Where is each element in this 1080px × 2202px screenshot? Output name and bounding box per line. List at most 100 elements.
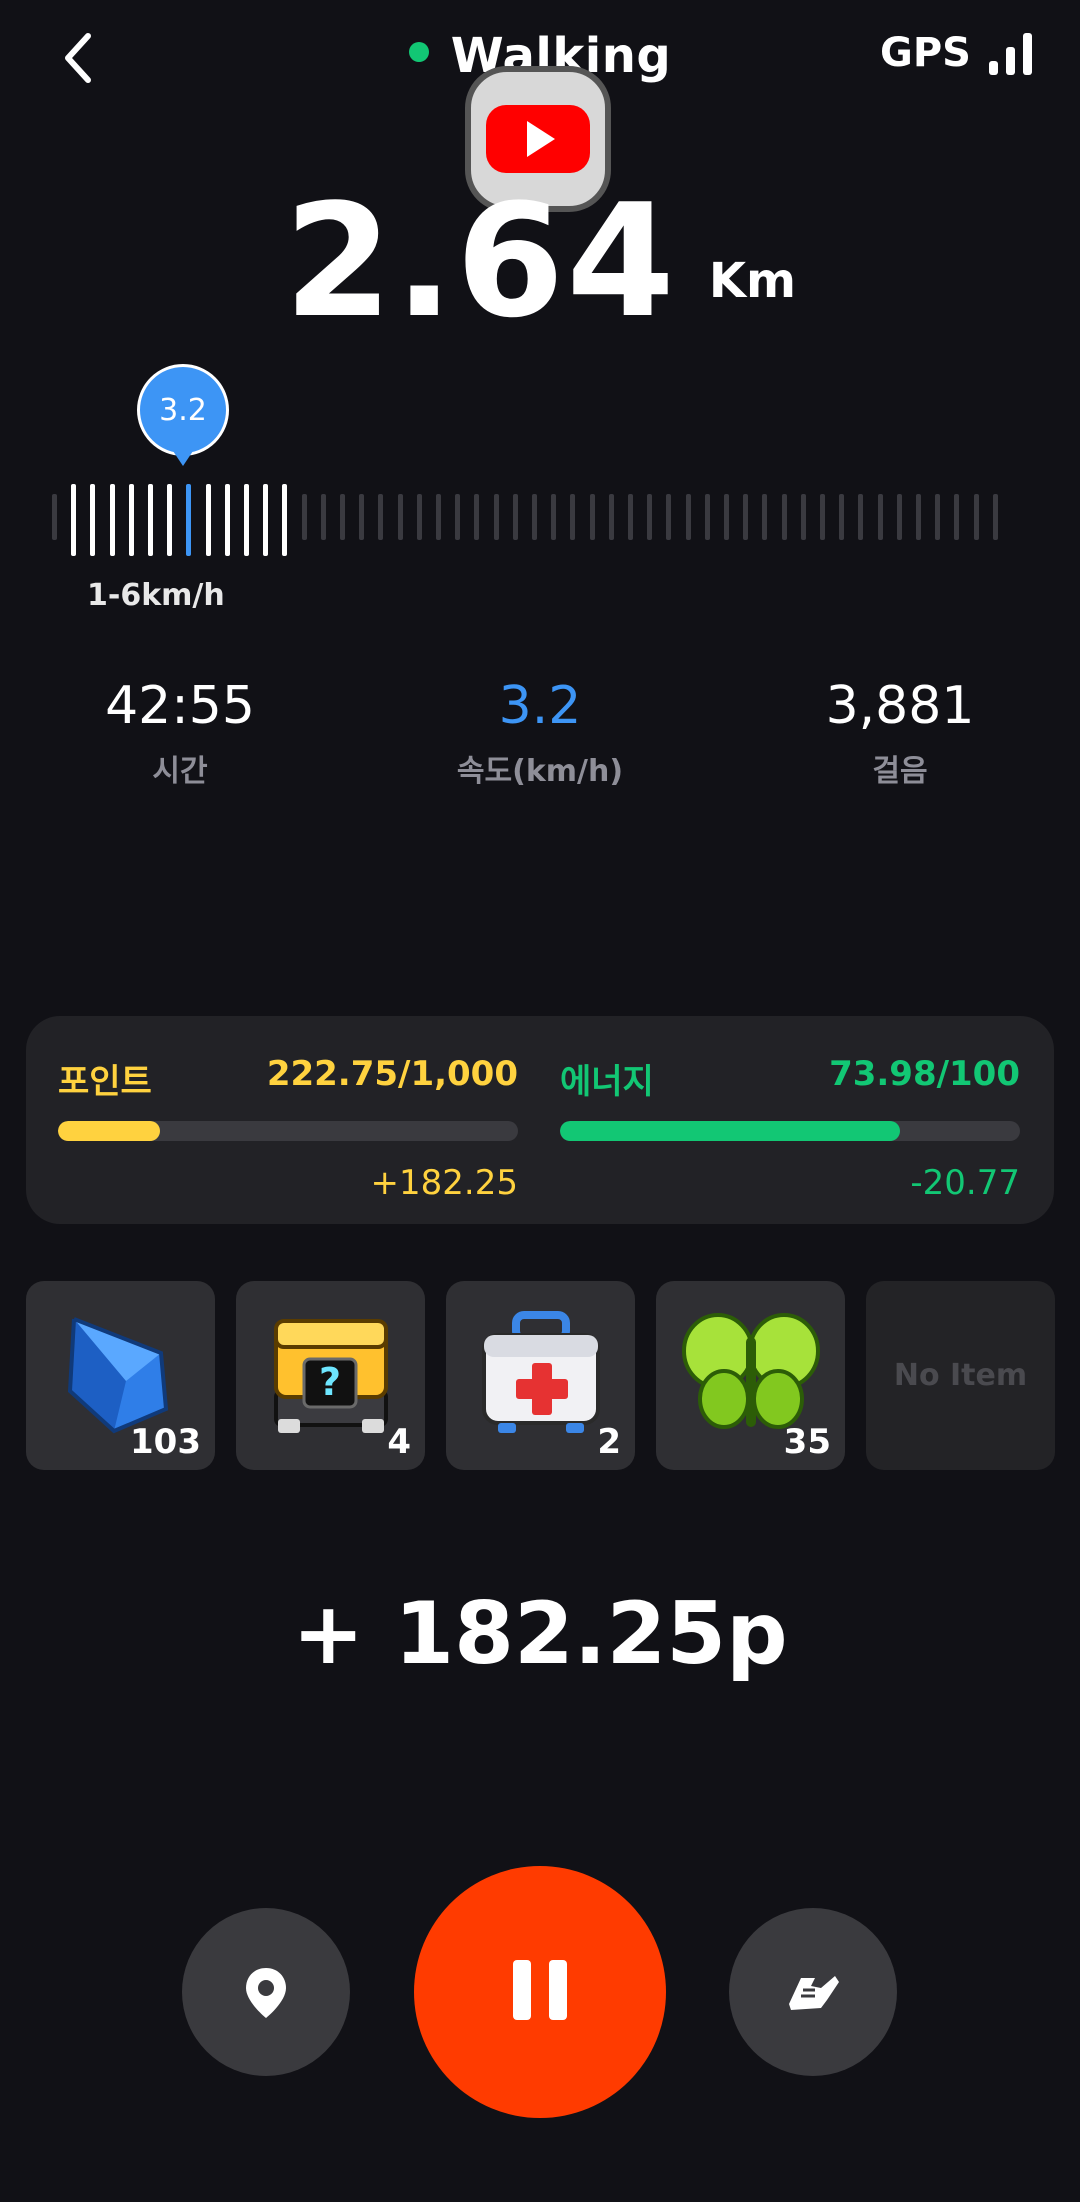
gauge-tick <box>397 494 403 540</box>
gauge-tick <box>224 484 230 556</box>
gauge-tick <box>148 484 153 556</box>
gps-indicator: GPS <box>880 30 1032 76</box>
item-count: 103 <box>130 1422 201 1462</box>
gauge-tick <box>205 484 211 556</box>
stats-row: 42:55 시간 3.2 속도(km/h) 3,881 걸음 <box>0 676 1080 789</box>
stat-label: 속도(km/h) <box>456 754 624 789</box>
item-slot-box[interactable]: ? 4 <box>236 1281 425 1470</box>
gauge-tick <box>858 494 864 540</box>
location-button[interactable] <box>182 1908 350 2076</box>
gps-label: GPS <box>880 30 971 76</box>
pause-button[interactable] <box>414 1866 666 2118</box>
earned-points: + 182.25p <box>292 1584 788 1684</box>
gauge-tick <box>320 494 326 540</box>
gauge-tick <box>52 494 57 540</box>
gauge-tick <box>954 494 960 540</box>
stat-speed: 3.2 속도(km/h) <box>390 676 690 790</box>
item-slot-crystal[interactable]: 103 <box>26 1281 215 1470</box>
gauge-tick <box>781 494 787 540</box>
gauge-tick <box>244 484 249 556</box>
gauge-tick <box>992 494 998 540</box>
gauge-tick <box>647 494 653 540</box>
points-energy-card: 포인트 222.75/1,000 +182.25 에너지 73.98/100 -… <box>26 1016 1054 1224</box>
points-progress-bar <box>58 1121 518 1141</box>
energy-label: 에너지 <box>560 1062 654 1102</box>
energy-meter: 에너지 73.98/100 -20.77 <box>560 1054 1020 1203</box>
gauge-tick <box>71 484 77 556</box>
empty-slot-label: No Item <box>893 1358 1028 1393</box>
distance-unit: Km <box>708 253 797 309</box>
energy-delta: -20.77 <box>910 1163 1020 1203</box>
gauge-tick <box>570 494 576 540</box>
gauge-tick <box>455 494 461 540</box>
gauge-tick <box>743 494 749 540</box>
speed-marker-value: 3.2 <box>159 392 207 428</box>
walking-screen: Walking GPS 2.64 Km 3.2 1-6km/h 42:55 시간 … <box>0 0 1080 2202</box>
points-delta: +182.25 <box>370 1163 518 1203</box>
gauge-tick <box>282 484 288 556</box>
gauge-tick <box>532 494 537 540</box>
speed-marker: 3.2 <box>137 364 229 472</box>
distance-value: 2.64 <box>283 170 677 352</box>
gauge-tick <box>263 484 269 556</box>
signal-bars-icon <box>989 31 1032 75</box>
gauge-tick <box>551 494 557 540</box>
sneaker-icon <box>789 1976 839 2010</box>
points-value: 222.75/1,000 <box>266 1054 518 1094</box>
gauge-tick <box>493 494 499 540</box>
gauge-tick <box>839 494 845 540</box>
gauge-tick <box>877 494 883 540</box>
item-slot-butterfly[interactable]: 35 <box>656 1281 845 1470</box>
gauge-tick <box>628 494 633 540</box>
stat-label: 시간 <box>152 754 208 789</box>
gauge-tick <box>436 494 441 540</box>
gauge-tick <box>666 494 672 540</box>
item-slots: 103 ? 4 2 35 No Item <box>26 1281 1055 1470</box>
gauge-tick <box>416 494 422 540</box>
points-progress-fill <box>58 1121 161 1141</box>
gauge-tick <box>724 494 729 540</box>
gauge-tick <box>186 484 192 556</box>
gauge-tick <box>90 484 96 556</box>
energy-value: 73.98/100 <box>829 1054 1020 1094</box>
sneaker-button[interactable] <box>729 1908 897 2076</box>
points-meter: 포인트 222.75/1,000 +182.25 <box>58 1054 518 1203</box>
gauge-tick <box>896 494 902 540</box>
gauge-tick <box>589 494 595 540</box>
item-count: 2 <box>597 1422 621 1462</box>
item-slot-firstaid[interactable]: 2 <box>446 1281 635 1470</box>
stat-time: 42:55 시간 <box>30 676 330 790</box>
gauge-tick <box>762 494 768 540</box>
gauge-tick <box>512 494 518 540</box>
pause-icon <box>504 1960 576 2024</box>
gauge-tick <box>935 494 941 540</box>
gauge-tick <box>704 494 710 540</box>
gauge-tick <box>359 494 365 540</box>
gauge-tick <box>800 494 806 540</box>
energy-progress-fill <box>560 1121 901 1141</box>
gauge-tick <box>301 494 307 540</box>
energy-progress-bar <box>560 1121 1020 1141</box>
gauge-tick <box>128 484 134 556</box>
gauge-tick <box>685 494 691 540</box>
stat-steps: 3,881 걸음 <box>750 676 1050 790</box>
distance-display: 2.64 Km <box>0 170 1080 352</box>
stat-value: 3.2 <box>498 676 582 736</box>
gauge-tick <box>608 494 614 540</box>
item-count: 4 <box>387 1422 411 1462</box>
gauge-tick <box>340 494 345 540</box>
gauge-tick <box>820 494 825 540</box>
status-dot <box>408 42 429 62</box>
gauge-tick <box>378 494 384 540</box>
stat-value: 42:55 <box>105 676 255 736</box>
speed-gauge <box>52 484 1012 556</box>
gauge-tick <box>474 494 480 540</box>
item-slot-empty[interactable]: No Item <box>866 1281 1055 1470</box>
gauge-tick <box>916 494 921 540</box>
svg-text:?: ? <box>319 1360 341 1404</box>
gauge-tick <box>109 484 115 556</box>
speed-range-label: 1-6km/h <box>87 578 225 613</box>
location-pin-icon <box>246 1968 286 2018</box>
gauge-tick <box>973 494 979 540</box>
item-count: 35 <box>783 1422 831 1462</box>
